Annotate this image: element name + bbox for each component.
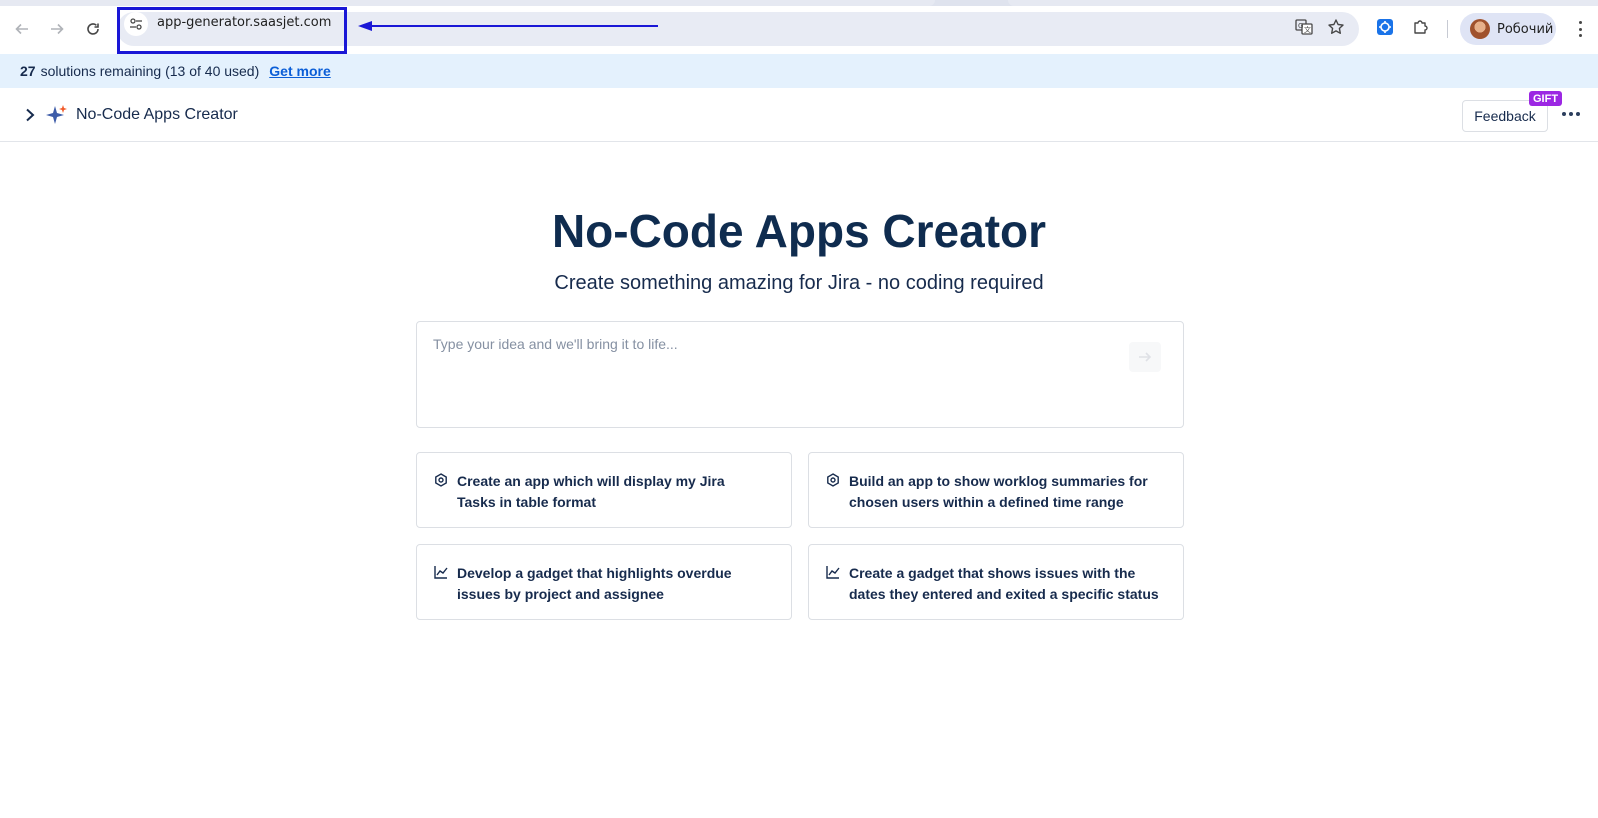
solutions-count: 27 xyxy=(20,63,36,79)
suggestion-text: Develop a gadget that highlights overdue… xyxy=(457,565,732,602)
svg-text:文: 文 xyxy=(1304,25,1311,34)
suggestion-card[interactable]: Create a gadget that shows issues with t… xyxy=(808,544,1184,620)
toolbar-separator xyxy=(1447,20,1448,38)
send-button[interactable] xyxy=(1129,342,1161,372)
line-chart-icon xyxy=(434,566,448,579)
usage-banner: 27 solutions remaining (13 of 40 used) G… xyxy=(0,54,1598,88)
get-more-link[interactable]: Get more xyxy=(269,63,330,79)
more-options-icon[interactable] xyxy=(1562,112,1580,116)
extension-icon[interactable] xyxy=(1374,16,1396,38)
suggestion-text: Build an app to show worklog summaries f… xyxy=(849,473,1148,510)
hexagon-icon xyxy=(827,473,839,487)
page-title: No-Code Apps Creator xyxy=(551,205,1047,257)
suggestion-card[interactable]: Develop a gadget that highlights overdue… xyxy=(416,544,792,620)
app-header: No-Code Apps Creator Feedback GIFT xyxy=(0,88,1598,142)
gift-badge: GIFT xyxy=(1529,91,1563,106)
reload-icon[interactable] xyxy=(80,16,106,42)
profile-button[interactable]: Робочий xyxy=(1460,13,1556,45)
hexagon-icon xyxy=(435,473,447,487)
translate-icon[interactable]: G文 xyxy=(1293,16,1315,38)
line-chart-icon xyxy=(826,566,840,579)
profile-label: Робочий xyxy=(1497,21,1554,37)
suggestion-text: Create a gadget that shows issues with t… xyxy=(849,565,1159,602)
puzzle-icon[interactable] xyxy=(1410,16,1432,38)
solutions-text: solutions remaining (13 of 40 used) xyxy=(40,63,260,79)
suggestion-text: Create an app which will display my Jira… xyxy=(457,473,725,510)
suggestion-card[interactable]: Build an app to show worklog summaries f… xyxy=(808,452,1184,528)
page-subtitle: Create something amazing for Jira - no c… xyxy=(554,272,1044,294)
forward-arrow-icon[interactable] xyxy=(44,16,70,42)
idea-input[interactable] xyxy=(433,336,1113,352)
annotation-arrow-icon xyxy=(358,21,658,31)
bookmark-star-icon[interactable] xyxy=(1325,16,1347,38)
chevron-right-icon[interactable] xyxy=(20,104,40,126)
suggestion-card[interactable]: Create an app which will display my Jira… xyxy=(416,452,792,528)
back-arrow-icon[interactable] xyxy=(9,16,35,42)
avatar xyxy=(1470,19,1490,39)
annotation-highlight-box xyxy=(117,7,347,54)
app-name[interactable]: No-Code Apps Creator xyxy=(76,106,238,124)
idea-input-box[interactable] xyxy=(416,321,1184,428)
kebab-menu-icon[interactable] xyxy=(1572,18,1588,40)
arrow-right-icon xyxy=(1139,352,1152,362)
sparkle-icon xyxy=(46,105,67,124)
svg-text:G: G xyxy=(1298,22,1303,30)
